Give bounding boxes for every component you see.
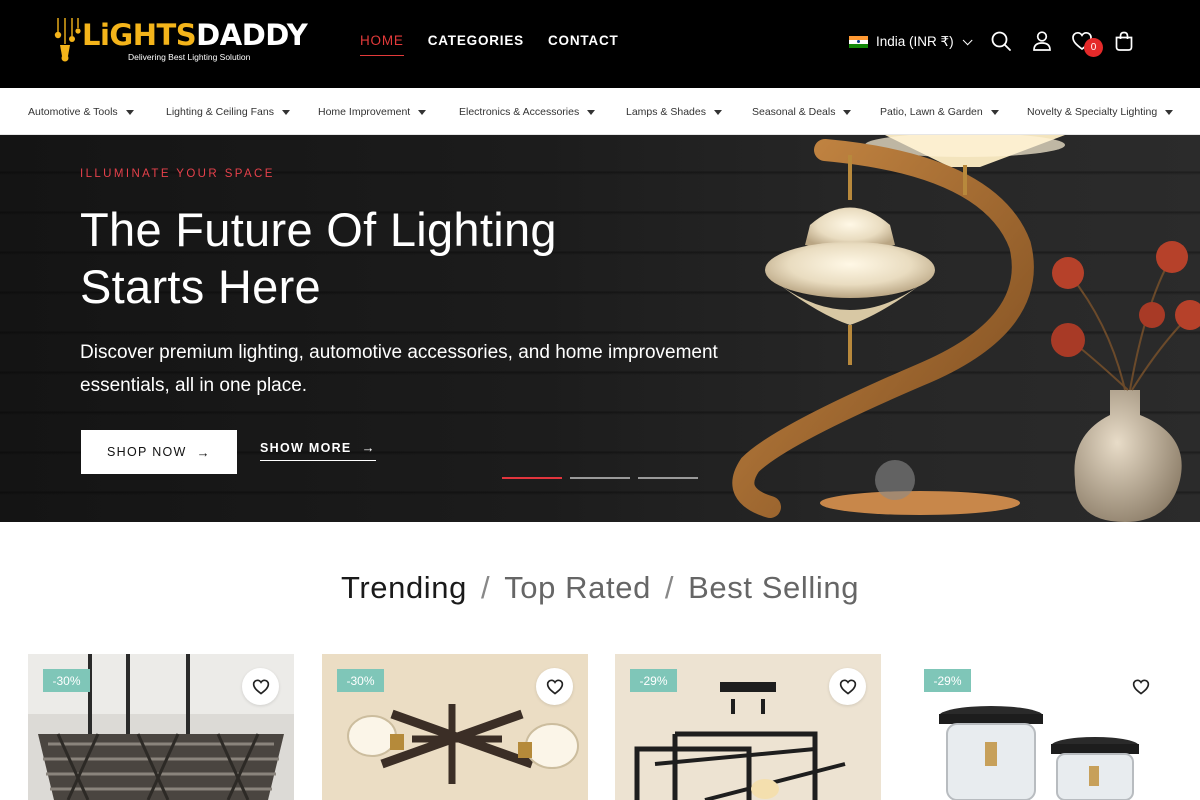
logo-wordmark: LiGHTSDADDY [82, 18, 308, 52]
category-automotive[interactable]: Automotive & Tools [28, 106, 134, 118]
category-lamps[interactable]: Lamps & Shades [626, 106, 722, 118]
india-flag-icon [849, 35, 868, 49]
nav-contact[interactable]: CONTACT [548, 33, 619, 56]
wishlist-button[interactable] [829, 668, 866, 705]
top-header: LiGHTSDADDY Delivering Best Lighting Sol… [0, 0, 1200, 88]
category-novelty[interactable]: Novelty & Specialty Lighting [1027, 106, 1174, 118]
caret-down-icon [843, 109, 852, 115]
caret-down-icon [990, 109, 999, 115]
category-patio[interactable]: Patio, Lawn & Garden [880, 106, 999, 118]
logo-word-daddy: DADDY [196, 18, 308, 52]
hero-lamp-image [732, 135, 1200, 522]
heart-icon [252, 678, 269, 695]
logo-tagline: Delivering Best Lighting Solution [128, 52, 251, 62]
site-logo[interactable]: LiGHTSDADDY Delivering Best Lighting Sol… [52, 16, 312, 66]
discount-badge: -29% [924, 669, 971, 692]
show-more-button[interactable]: SHOW MORE → [260, 440, 376, 461]
product-card[interactable]: -29% [909, 654, 1175, 800]
caret-down-icon [418, 109, 427, 115]
caret-down-icon [281, 109, 290, 115]
account-icon[interactable] [1031, 30, 1053, 52]
show-more-label: SHOW MORE [260, 440, 352, 455]
bulb-logo-icon [54, 18, 81, 62]
slider-pagination [502, 477, 698, 479]
hero-kicker: ILLUMINATE YOUR SPACE [80, 168, 275, 180]
product-card[interactable]: -30% [28, 654, 294, 800]
logo-word-lights: LiGHTS [82, 18, 197, 52]
product-tabs: Trending / Top Rated / Best Selling [0, 570, 1200, 606]
caret-down-icon [1165, 109, 1174, 115]
tab-separator: / [480, 570, 491, 605]
tab-trending[interactable]: Trending [341, 570, 467, 605]
wishlist-button[interactable] [1122, 668, 1159, 705]
slide-indicator-2[interactable] [570, 477, 630, 479]
hero-title-line2: Starts Here [80, 260, 321, 313]
wishlist-button[interactable] [242, 668, 279, 705]
hero-title: The Future Of Lighting Starts Here [80, 201, 720, 315]
category-label: Automotive & Tools [28, 106, 118, 118]
chevron-down-icon [962, 34, 973, 45]
tab-separator: / [664, 570, 675, 605]
caret-down-icon [713, 109, 722, 115]
slide-indicator-1[interactable] [502, 477, 562, 479]
category-label: Novelty & Specialty Lighting [1027, 106, 1158, 118]
category-label: Lamps & Shades [626, 106, 706, 118]
category-home-improvement[interactable]: Home Improvement [318, 106, 427, 118]
search-icon[interactable] [990, 30, 1012, 52]
hero-subtitle-line2: essentials, all in one place. [80, 375, 308, 396]
product-card[interactable]: -30% [322, 654, 588, 800]
discount-badge: -30% [43, 669, 90, 692]
shop-now-button[interactable]: SHOP NOW → [81, 430, 237, 474]
shop-now-label: SHOP NOW [107, 445, 187, 459]
discount-badge: -29% [630, 669, 677, 692]
product-card[interactable]: -29% [615, 654, 881, 800]
caret-down-icon [587, 109, 596, 115]
heart-icon [546, 678, 563, 695]
bag-icon[interactable] [1113, 30, 1135, 52]
category-label: Lighting & Ceiling Fans [166, 106, 274, 118]
hero-title-line1: The Future Of Lighting [80, 203, 557, 256]
heart-icon [839, 678, 856, 695]
hero-banner: ILLUMINATE YOUR SPACE The Future Of Ligh… [0, 135, 1200, 522]
category-bar: Automotive & Tools Lighting & Ceiling Fa… [0, 88, 1200, 135]
category-seasonal[interactable]: Seasonal & Deals [752, 106, 852, 118]
heart-icon [1132, 678, 1149, 695]
category-label: Seasonal & Deals [752, 106, 836, 118]
category-electronics[interactable]: Electronics & Accessories [459, 106, 596, 118]
caret-down-icon [125, 109, 134, 115]
arrow-right-icon: → [196, 444, 211, 460]
arrow-right-icon: → [361, 440, 376, 455]
slide-indicator-3[interactable] [638, 477, 698, 479]
category-label: Home Improvement [318, 106, 411, 118]
wishlist-count-badge: 0 [1084, 38, 1103, 57]
main-nav: HOME CATEGORIES CONTACT [360, 33, 643, 56]
wishlist-button[interactable] [536, 668, 573, 705]
currency-selector[interactable]: India (INR ₹) [849, 34, 973, 50]
nav-home[interactable]: HOME [360, 33, 404, 56]
category-lighting[interactable]: Lighting & Ceiling Fans [166, 106, 290, 118]
discount-badge: -30% [337, 669, 384, 692]
category-label: Electronics & Accessories [459, 106, 580, 118]
tab-best-selling[interactable]: Best Selling [688, 570, 859, 605]
category-label: Patio, Lawn & Garden [880, 106, 983, 118]
tab-top-rated[interactable]: Top Rated [504, 570, 651, 605]
hero-subtitle-line1: Discover premium lighting, automotive ac… [80, 342, 718, 363]
hero-subtitle: Discover premium lighting, automotive ac… [80, 336, 800, 402]
nav-categories[interactable]: CATEGORIES [428, 33, 524, 56]
currency-label: India (INR ₹) [876, 34, 954, 49]
